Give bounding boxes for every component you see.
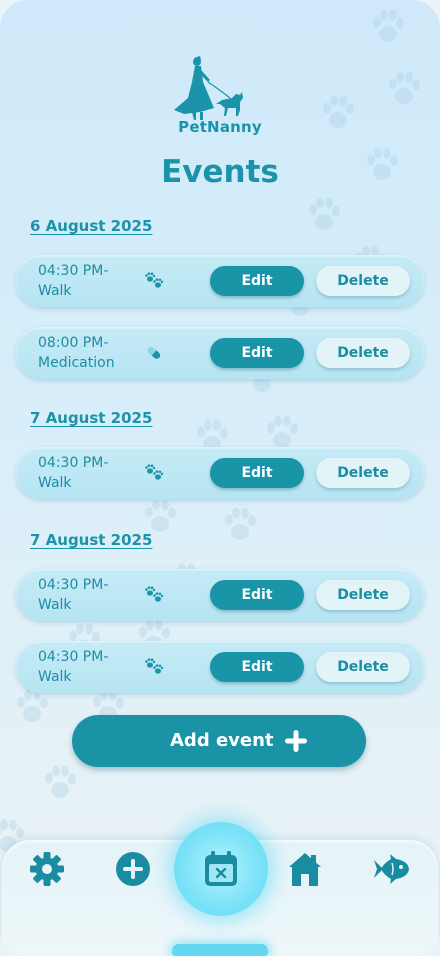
page-title: Events	[161, 154, 279, 190]
event-time: 04:30 PM-	[38, 649, 109, 665]
date-heading: 6 August 2025	[30, 217, 153, 235]
home-icon[interactable]	[287, 851, 323, 887]
event-time: 04:30 PM-	[38, 455, 109, 471]
event-info: 04:30 PM- Walk	[38, 575, 138, 615]
edit-button[interactable]: Edit	[210, 458, 304, 488]
edit-button[interactable]: Edit	[210, 266, 304, 296]
plus-circle-icon[interactable]	[115, 851, 151, 887]
events-screen: PetNanny Events 6 August 2025 04:30 PM- …	[0, 0, 440, 956]
delete-button[interactable]: Delete	[316, 266, 410, 296]
paw-icon	[145, 464, 164, 480]
event-info: 04:30 PM- Walk	[38, 261, 138, 301]
edit-button[interactable]: Edit	[210, 338, 304, 368]
date-heading: 7 August 2025	[30, 409, 153, 427]
calendar-nav-button[interactable]	[174, 822, 268, 916]
event-type: Walk	[38, 283, 72, 299]
delete-button[interactable]: Delete	[316, 652, 410, 682]
event-time: 04:30 PM-	[38, 263, 109, 279]
event-time: 08:00 PM-	[38, 335, 109, 351]
event-type: Walk	[38, 669, 72, 685]
paw-icon	[145, 586, 164, 602]
add-event-label: Add event	[170, 730, 274, 751]
event-info: 04:30 PM- Walk	[38, 647, 138, 687]
paw-icon	[145, 658, 164, 674]
active-tab-indicator	[172, 944, 268, 956]
delete-button[interactable]: Delete	[316, 580, 410, 610]
date-heading: 7 August 2025	[30, 531, 153, 549]
edit-button[interactable]: Edit	[210, 580, 304, 610]
event-info: 04:30 PM- Walk	[38, 453, 138, 493]
event-card: 04:30 PM- Walk Edit Delete	[16, 569, 424, 621]
fish-icon[interactable]	[372, 851, 410, 887]
plus-icon	[285, 730, 307, 752]
event-card: 08:00 PM- Medication Edit Delete	[16, 327, 424, 379]
event-info: 08:00 PM- Medication	[38, 333, 138, 373]
paw-icon	[145, 272, 164, 288]
logo-wordmark: PetNanny	[178, 118, 262, 136]
delete-button[interactable]: Delete	[316, 338, 410, 368]
delete-button[interactable]: Delete	[316, 458, 410, 488]
event-time: 04:30 PM-	[38, 577, 109, 593]
event-card: 04:30 PM- Walk Edit Delete	[16, 255, 424, 307]
add-event-button[interactable]: Add event	[72, 715, 366, 767]
event-card: 04:30 PM- Walk Edit Delete	[16, 447, 424, 499]
calendar-x-icon	[205, 851, 237, 886]
gear-icon[interactable]	[29, 851, 65, 887]
event-type: Walk	[38, 597, 72, 613]
event-type: Walk	[38, 475, 72, 491]
event-type: Medication	[38, 355, 115, 371]
event-card: 04:30 PM- Walk Edit Delete	[16, 641, 424, 693]
pill-icon	[147, 347, 161, 359]
edit-button[interactable]: Edit	[210, 652, 304, 682]
